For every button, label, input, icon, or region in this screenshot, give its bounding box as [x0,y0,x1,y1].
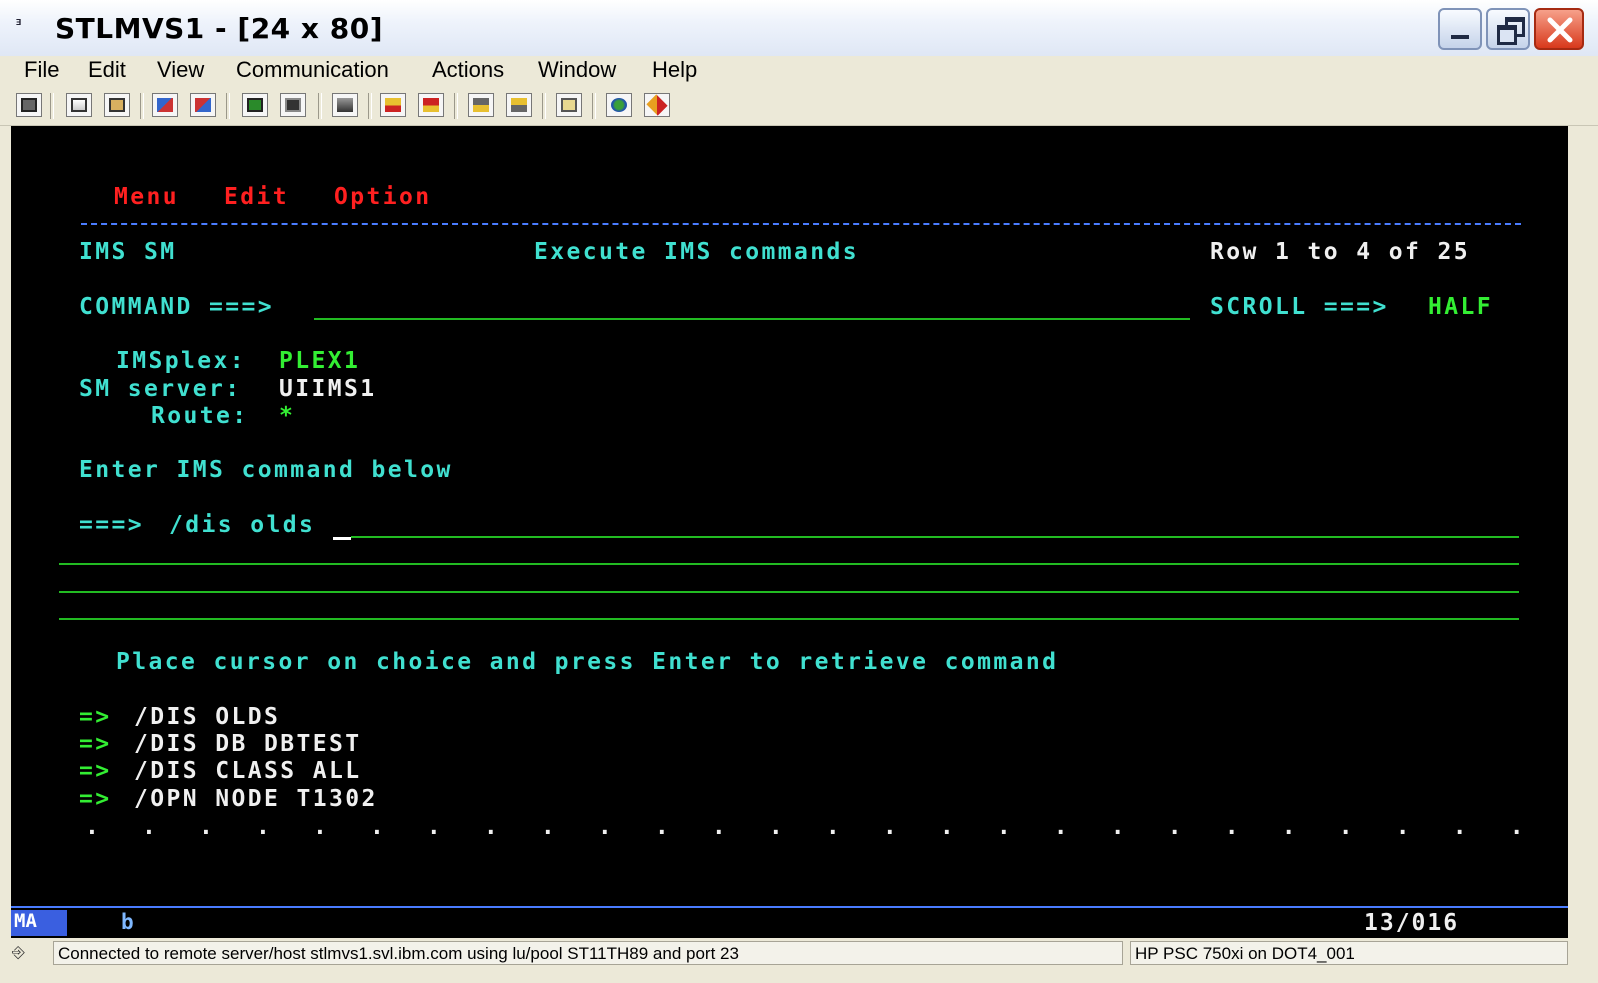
close-icon [1547,17,1573,43]
separator [81,223,1521,225]
minimize-button[interactable] [1438,8,1482,50]
scroll-label: SCROLL ===> [1210,294,1389,320]
ims-input-line-1[interactable] [351,536,1519,538]
maximize-button[interactable] [1486,8,1530,50]
history-item[interactable]: /OPN NODE T1302 [134,786,378,812]
ims-command-arrow: ===> [79,512,144,538]
imsplex-value: PLEX1 [279,348,361,374]
send-file-icon[interactable] [152,93,178,117]
command-label: COMMAND ===> [79,294,274,320]
history-item[interactable]: /DIS CLASS ALL [134,758,361,784]
terminal-window: ᴲ STLMVS1 - [24 x 80] File Edit View Com… [0,0,1598,983]
history-item[interactable]: /DIS OLDS [134,704,280,730]
play-macro-icon[interactable] [468,93,494,117]
row-indicator: Row 1 to 4 of 25 [1210,239,1470,265]
terminal-screen[interactable]: Menu Edit Option IMS SM Execute IMS comm… [11,126,1568,906]
action-option[interactable]: Option [334,184,431,210]
imsplex-label: IMSplex: [116,348,246,374]
record-macro-icon[interactable] [380,93,406,117]
paste-icon[interactable] [104,93,130,117]
title-bar[interactable]: ᴲ STLMVS1 - [24 x 80] [0,0,1598,57]
display-icon[interactable] [242,93,268,117]
print-screen-icon[interactable] [16,93,42,117]
menu-actions[interactable]: Actions [432,57,504,83]
app-icon[interactable]: ᴲ [14,16,40,38]
menu-communication[interactable]: Communication [236,57,389,83]
text-cursor [333,537,351,540]
history-marker[interactable]: => [79,731,112,757]
route-label: Route: [151,403,249,429]
mode-indicator: MA [11,910,67,936]
operator-info-area: MA b 13/016 [11,906,1568,938]
ims-input-line-4[interactable] [59,618,1519,620]
sm-server-label: SM server: [79,376,242,402]
menu-file[interactable]: File [24,57,59,83]
status-bar: ⎆ Connected to remote server/host stlmvs… [0,938,1598,983]
pause-macro-icon[interactable] [506,93,532,117]
instruction-text: Place cursor on choice and press Enter t… [116,649,1059,675]
copy-icon[interactable] [66,93,92,117]
window-title: STLMVS1 - [24 x 80] [55,12,383,45]
route-value: * [279,403,296,429]
panel-title: Execute IMS commands [534,239,859,265]
action-edit[interactable]: Edit [224,184,289,210]
sm-server-value: UIIMS1 [279,376,377,402]
toolbar [0,85,1598,126]
printer-status: HP PSC 750xi on DOT4_001 [1130,941,1568,965]
cursor-position: 13/016 [1364,910,1460,936]
stop-macro-icon[interactable] [418,93,444,117]
command-input-line[interactable] [314,318,1190,320]
menu-help[interactable]: Help [652,57,697,83]
menu-view[interactable]: View [157,57,204,83]
macro-icon[interactable] [332,93,358,117]
scroll-field[interactable]: HALF [1428,294,1493,320]
clipboard-icon[interactable] [556,93,582,117]
globe-icon[interactable] [606,93,632,117]
connection-status: Connected to remote server/host stlmvs1.… [53,941,1123,965]
menu-window[interactable]: Window [538,57,616,83]
printer-status-text: HP PSC 750xi on DOT4_001 [1135,944,1355,963]
action-menu[interactable]: Menu [114,184,179,210]
keypad-icon[interactable] [280,93,306,117]
help-icon[interactable] [644,93,670,117]
history-marker[interactable]: => [79,758,112,784]
menu-edit[interactable]: Edit [88,57,126,83]
connection-status-text: Connected to remote server/host stlmvs1.… [58,944,739,963]
history-marker[interactable]: => [79,704,112,730]
ims-input-line-2[interactable] [59,563,1519,565]
menu-bar: File Edit View Communication Actions Win… [0,56,1598,84]
list-end-dots: . . . . . . . . . . . . . . . . . . . . … [85,814,1568,840]
ims-input-line-3[interactable] [59,591,1519,593]
close-button[interactable] [1534,8,1584,50]
connection-icon: ⎆ [12,942,25,961]
ims-command-input[interactable]: /dis olds [169,512,315,538]
panel-id: IMS SM [79,239,177,265]
history-marker[interactable]: => [79,786,112,812]
receive-file-icon[interactable] [190,93,216,117]
session-indicator: b [121,910,134,934]
history-item[interactable]: /DIS DB DBTEST [134,731,361,757]
enter-command-prompt: Enter IMS command below [79,457,453,483]
